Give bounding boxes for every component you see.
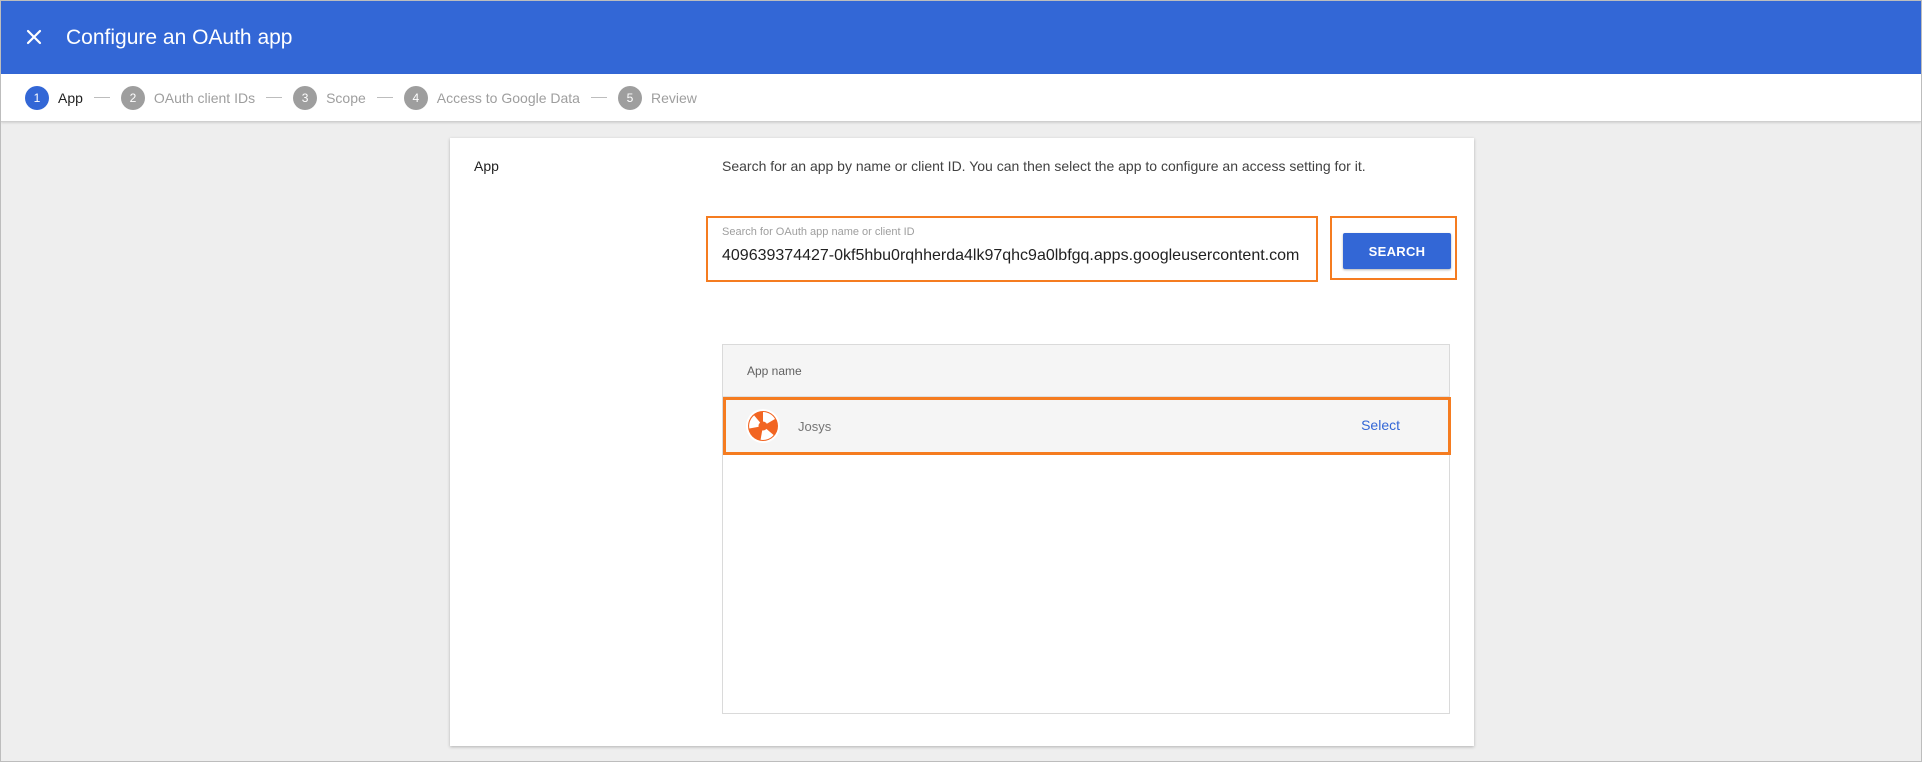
step-separator bbox=[266, 97, 283, 98]
search-field[interactable]: Search for OAuth app name or client ID bbox=[706, 216, 1318, 282]
step-label: Review bbox=[650, 89, 697, 106]
step-separator bbox=[376, 97, 393, 98]
step-number: 5 bbox=[617, 85, 642, 110]
step-oauth-client-ids[interactable]: 2 OAuth client IDs bbox=[120, 85, 256, 110]
step-label: App bbox=[58, 89, 83, 106]
step-app[interactable]: 1 App bbox=[25, 85, 83, 110]
step-access-to-google-data[interactable]: 4 Access to Google Data bbox=[403, 85, 580, 110]
search-button-highlight: SEARCH bbox=[1330, 216, 1457, 280]
app-frame: Configure an OAuth app 1 App 2 OAuth cli… bbox=[0, 0, 1922, 762]
step-scope[interactable]: 3 Scope bbox=[293, 85, 366, 110]
step-review[interactable]: 5 Review bbox=[617, 85, 697, 110]
close-button[interactable] bbox=[21, 24, 47, 50]
stepper: 1 App 2 OAuth client IDs 3 Scope 4 Acces… bbox=[1, 74, 1921, 122]
step-label: Access to Google Data bbox=[436, 89, 580, 106]
step-separator bbox=[590, 97, 607, 98]
table-row[interactable]: Josys Select bbox=[723, 397, 1451, 455]
josys-logo-icon bbox=[746, 409, 780, 443]
close-icon bbox=[26, 29, 42, 45]
search-field-label: Search for OAuth app name or client ID bbox=[722, 226, 915, 238]
step-number: 1 bbox=[25, 85, 49, 110]
search-input[interactable] bbox=[722, 247, 1302, 265]
page-title: Configure an OAuth app bbox=[66, 26, 293, 49]
step-number: 3 bbox=[293, 85, 318, 110]
step-separator bbox=[93, 97, 110, 98]
column-header-app-name: App name bbox=[723, 345, 1449, 397]
step-number: 2 bbox=[120, 85, 145, 110]
step-label: OAuth client IDs bbox=[153, 89, 256, 106]
select-link[interactable]: Select bbox=[1361, 417, 1400, 433]
app-name: Josys bbox=[798, 418, 832, 434]
section-description: Search for an app by name or client ID. … bbox=[722, 158, 1366, 174]
results-table: App name Josys Select bbox=[722, 344, 1451, 714]
header-bar: Configure an OAuth app bbox=[1, 1, 1921, 74]
step-label: Scope bbox=[326, 89, 366, 106]
search-button[interactable]: SEARCH bbox=[1343, 233, 1451, 269]
app-config-card: App Search for an app by name or client … bbox=[450, 138, 1474, 746]
step-number: 4 bbox=[403, 85, 428, 110]
section-label: App bbox=[474, 158, 499, 174]
